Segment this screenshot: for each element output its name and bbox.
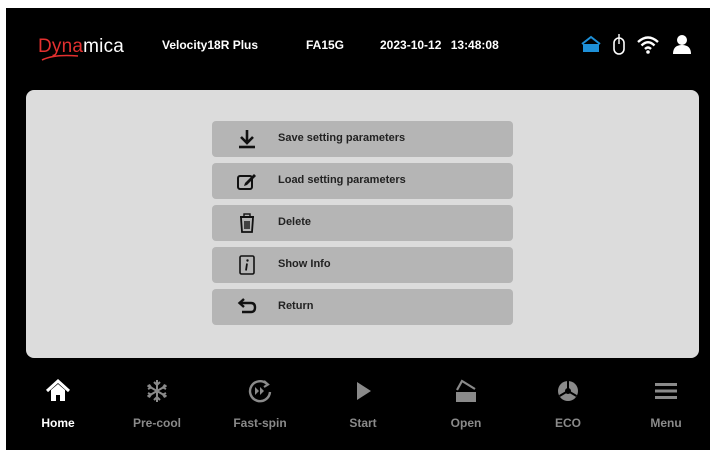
nav-open[interactable]: Open — [426, 364, 506, 444]
eco-icon — [558, 381, 578, 401]
trash-icon — [240, 213, 254, 233]
nav-start[interactable]: Start — [323, 364, 403, 444]
download-icon — [239, 130, 255, 149]
model-name: Velocity18R Plus — [162, 38, 259, 52]
menu-item-label: Save setting parameters — [278, 132, 406, 144]
nav-eco[interactable]: ECO — [528, 364, 608, 444]
nav-label: ECO — [554, 416, 581, 430]
home-network-icon — [581, 35, 601, 52]
nav-label: Start — [349, 416, 377, 430]
logo-text-3: mica — [83, 36, 125, 57]
mouse-icon — [613, 34, 625, 55]
rotor-code: FA15G — [306, 38, 345, 52]
menu-item-label: Show Info — [278, 258, 331, 270]
home-icon — [45, 378, 71, 401]
nav-label: Home — [41, 416, 75, 430]
menu-item-label: Delete — [278, 216, 312, 228]
user-icon[interactable] — [672, 34, 692, 54]
bottom-navigation: Home Pre-cool Fast-spin Start Open ECO M… — [6, 364, 710, 450]
return-button[interactable]: Return — [212, 289, 513, 325]
open-lid-icon — [456, 379, 476, 402]
nav-menu[interactable]: Menu — [626, 364, 706, 444]
nav-label: Fast-spin — [233, 416, 287, 430]
edit-icon — [237, 174, 256, 190]
wifi-icon — [637, 36, 659, 54]
date-time: 2023-10-12 13:48:08 — [380, 38, 499, 52]
save-settings-button[interactable]: Save setting parameters — [212, 121, 513, 157]
nav-label: Pre-cool — [132, 416, 181, 430]
return-icon — [237, 298, 257, 314]
device-screen: Dynamica Velocity18R Plus FA15G 2023-10-… — [6, 8, 710, 450]
nav-label: Menu — [650, 416, 682, 430]
dynamica-logo: Dynamica — [38, 36, 125, 61]
info-icon — [239, 255, 255, 275]
load-settings-button[interactable]: Load setting parameters — [212, 163, 513, 199]
delete-button[interactable]: Delete — [212, 205, 513, 241]
status-header: Dynamica Velocity18R Plus FA15G 2023-10-… — [6, 8, 710, 82]
nav-fast-spin[interactable]: Fast-spin — [220, 364, 300, 444]
nav-label: Open — [450, 416, 482, 430]
menu-item-label: Load setting parameters — [278, 174, 406, 186]
menu-item-label: Return — [278, 300, 314, 312]
hamburger-icon — [655, 383, 677, 399]
nav-home[interactable]: Home — [18, 364, 98, 444]
nav-pre-cool[interactable]: Pre-cool — [117, 364, 197, 444]
snowflake-icon — [146, 380, 168, 402]
play-icon — [357, 382, 371, 400]
fast-spin-icon — [248, 379, 272, 403]
show-info-button[interactable]: Show Info — [212, 247, 513, 283]
settings-panel: Save setting parameters Load setting par… — [26, 90, 699, 358]
logo-swoosh-icon — [41, 54, 79, 61]
settings-menu: Save setting parameters Load setting par… — [212, 121, 513, 331]
